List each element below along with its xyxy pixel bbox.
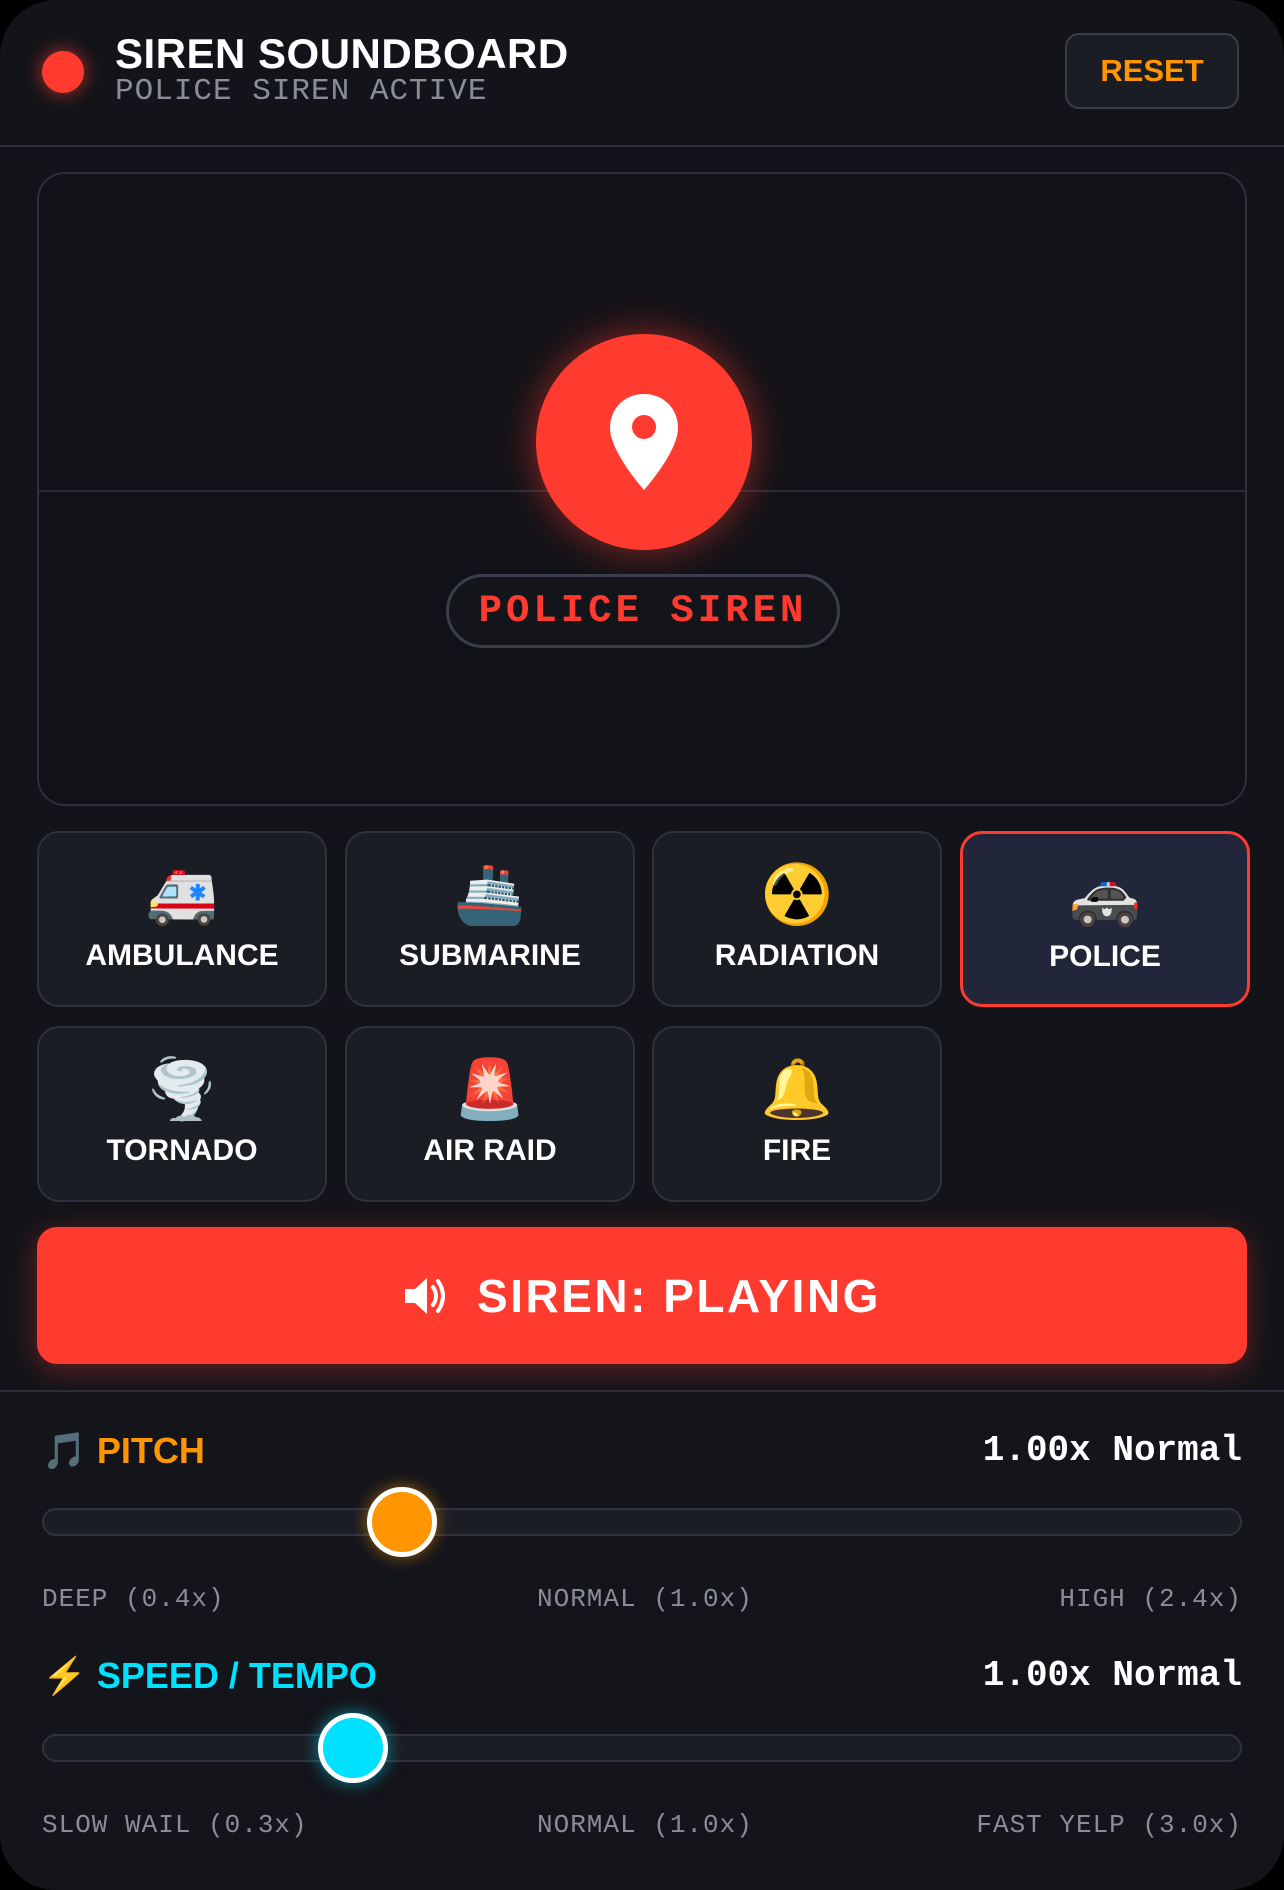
police-car-icon: 🚓 (1068, 863, 1142, 928)
siren-tile-label: AMBULANCE (85, 939, 279, 972)
siren-tile-label: RADIATION (714, 939, 880, 972)
bell-icon: 🔔 (760, 1057, 834, 1122)
siren-tile-fire[interactable]: 🔔 FIRE (652, 1026, 942, 1202)
siren-tile-radiation[interactable]: ☢️ RADIATION (652, 831, 942, 1007)
music-note-icon: 🎵 (42, 1430, 87, 1471)
siren-tile-ambulance[interactable]: 🚑 AMBULANCE (37, 831, 327, 1007)
pitch-max-label: HIGH (2.4x) (1059, 1584, 1242, 1614)
app-frame: SIREN SOUNDBOARD POLICE SIREN ACTIVE RES… (0, 0, 1284, 1890)
speaker-icon (405, 1277, 446, 1314)
header: SIREN SOUNDBOARD POLICE SIREN ACTIVE RES… (0, 0, 1284, 147)
siren-play-toggle-button[interactable]: SIREN: PLAYING (37, 1227, 1247, 1364)
pitch-min-label: DEEP (0.4x) (42, 1584, 225, 1614)
controls-section: 🎵 PITCH 1.00x Normal DEEP (0.4x) NORMAL … (0, 1390, 1284, 1890)
siren-tile-police[interactable]: 🚓 POLICE (960, 831, 1250, 1007)
siren-tile-label: TORNADO (106, 1134, 258, 1167)
active-siren-indicator (536, 334, 752, 550)
pitch-title: 🎵 PITCH (42, 1430, 205, 1472)
speed-slider-thumb[interactable] (318, 1713, 389, 1783)
lightning-icon: ⚡ (42, 1655, 87, 1696)
speed-min-label: SLOW WAIL (0.3x) (42, 1810, 308, 1840)
radiation-icon: ☢️ (760, 862, 834, 927)
speed-max-label: FAST YELP (3.0x) (976, 1810, 1242, 1840)
speed-title: ⚡ SPEED / TEMPO (42, 1655, 377, 1697)
siren-tile-label: SUBMARINE (399, 939, 581, 972)
status-subtitle: POLICE SIREN ACTIVE (115, 74, 488, 109)
pitch-slider-thumb[interactable] (367, 1487, 437, 1557)
siren-visual-panel: POLICE SIREN (37, 172, 1247, 806)
rotating-light-icon: 🚨 (453, 1057, 527, 1122)
speed-slider-track[interactable] (42, 1734, 1242, 1762)
siren-tile-submarine[interactable]: 🚢 SUBMARINE (345, 831, 635, 1007)
pitch-value: 1.00x Normal (982, 1430, 1242, 1471)
siren-tile-air-raid[interactable]: 🚨 AIR RAID (345, 1026, 635, 1202)
siren-tile-tornado[interactable]: 🌪️ TORNADO (37, 1026, 327, 1202)
play-button-label: SIREN: PLAYING (477, 1269, 881, 1322)
siren-tile-label: FIRE (762, 1134, 832, 1167)
siren-tile-label: AIR RAID (423, 1134, 557, 1167)
pitch-title-label: PITCH (96, 1430, 205, 1471)
map-pin-icon (610, 394, 678, 490)
ambulance-icon: 🚑 (145, 862, 219, 927)
siren-tile-label: POLICE (1049, 940, 1161, 973)
speed-mid-label: NORMAL (1.0x) (537, 1810, 753, 1840)
status-indicator-dot (42, 51, 84, 93)
pitch-mid-label: NORMAL (1.0x) (537, 1584, 753, 1614)
pitch-slider-track[interactable] (42, 1508, 1242, 1536)
reset-button[interactable]: RESET (1065, 33, 1239, 109)
app-title: SIREN SOUNDBOARD (115, 30, 569, 77)
tornado-icon: 🌪️ (145, 1057, 219, 1122)
active-siren-label: POLICE SIREN (446, 574, 840, 648)
ship-icon: 🚢 (453, 862, 527, 927)
speed-title-label: SPEED / TEMPO (96, 1655, 377, 1696)
speed-value: 1.00x Normal (982, 1655, 1242, 1696)
